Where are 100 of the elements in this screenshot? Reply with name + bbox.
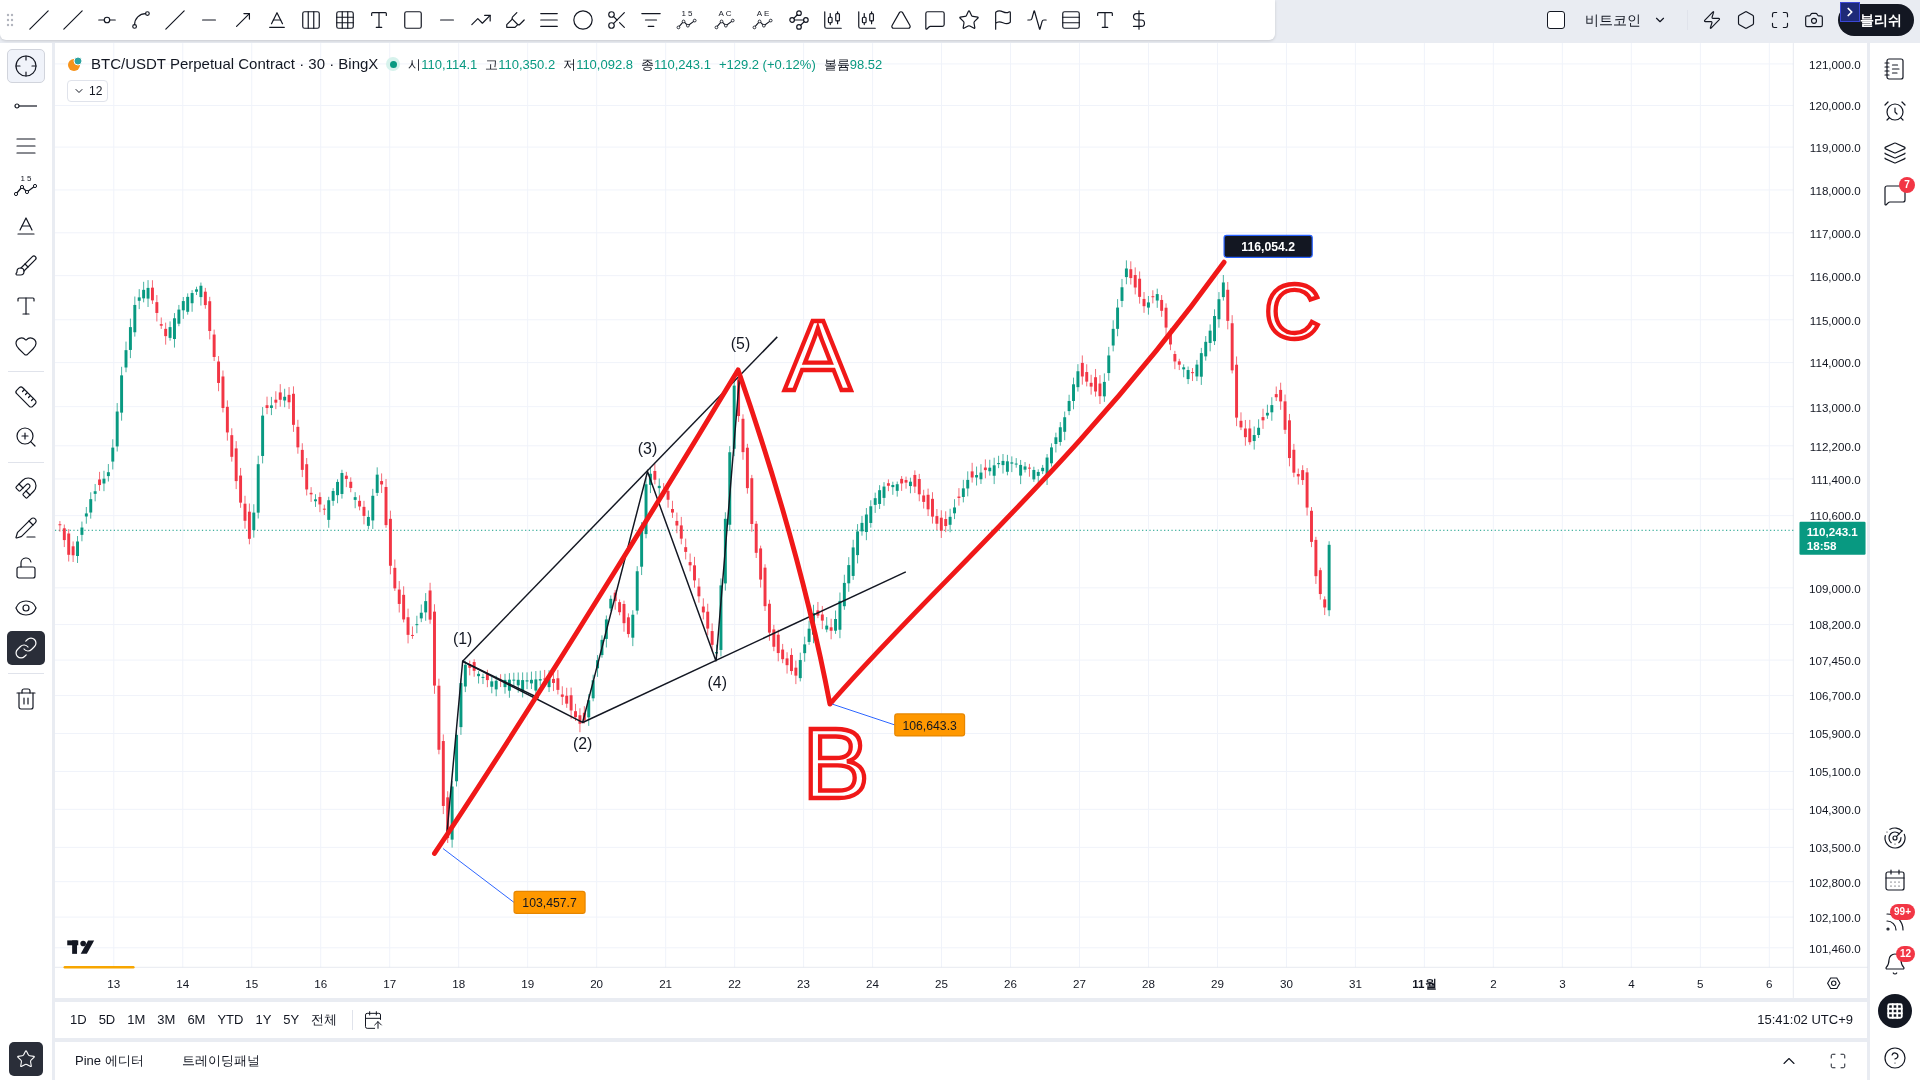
crosshair-icon [14,54,38,78]
line-tool-icon [14,102,38,110]
price-tag-label: 103,457.7 [522,896,577,911]
checkbox[interactable] [1547,11,1565,29]
heart-icon [14,334,38,358]
time-axis-label: 18 [452,977,466,991]
triangle-icon[interactable] [890,9,912,31]
flag-icon[interactable] [992,9,1014,31]
wave-label: (5) [730,335,751,353]
radar-icon[interactable] [1883,826,1907,850]
grid-icon[interactable] [334,9,356,31]
favorites-button[interactable] [9,1042,43,1076]
bars-icon[interactable] [856,9,878,31]
time-axis-label: 28 [1142,977,1155,991]
price-axis-label: 104,300.0 [1809,803,1861,817]
go-to-date-icon[interactable] [363,1010,384,1030]
range-button[interactable]: 1Y [250,1007,277,1033]
time-axis-label: 15 [245,977,259,991]
path-icon[interactable] [130,9,152,31]
brush-icon [14,254,38,278]
text-icon[interactable] [368,9,390,31]
collapse-button[interactable]: 12 [67,79,109,102]
fullscreen-icon[interactable] [1770,10,1790,30]
current-price-tag [1799,521,1866,555]
time-axis-label: 21 [659,977,673,991]
pattern-icon[interactable] [788,9,810,31]
tool-button[interactable] [7,49,45,83]
ruler-icon [14,385,38,409]
range-button[interactable]: 5D [93,1007,121,1033]
time-axis-label: 26 [1004,977,1017,991]
panel-tab[interactable]: 트레이딩패널 [177,1046,264,1076]
wave-tool-button[interactable]: 1 5 [674,10,700,30]
callout-icon[interactable] [924,9,946,31]
star-icon [16,1049,36,1069]
apps-button[interactable] [1878,994,1912,1028]
camera-icon[interactable] [1804,10,1824,30]
star-icon[interactable] [958,9,980,31]
notification-badge: 99+ [1890,904,1915,920]
range-button[interactable]: 5Y [278,1007,305,1033]
clock[interactable]: 15:41:02 UTC+9 [1757,1010,1857,1030]
axis-settings-icon[interactable] [1826,977,1841,990]
price-axis-label: 105,900.0 [1809,727,1861,741]
settings-icon[interactable] [1736,10,1756,30]
range-button[interactable]: 전체 [306,1007,343,1033]
time-axis-label: 22 [728,977,742,991]
candles-icon[interactable] [822,9,844,31]
price-axis-label: 106,700.0 [1809,689,1861,703]
watchlist-icon[interactable] [1883,57,1907,81]
tool-button[interactable] [7,631,45,665]
help-icon[interactable] [1883,1046,1907,1070]
range-button[interactable]: 3M [152,1007,181,1033]
trash-icon [14,687,38,711]
range-button[interactable]: 6M [182,1007,211,1033]
range-button[interactable]: 1M [122,1007,151,1033]
rows-icon[interactable] [1060,9,1082,31]
wave-label: (4) [707,674,727,692]
tool-button[interactable]: 1 5 [7,169,45,203]
wave-letter: B [802,707,870,820]
text-note-icon[interactable] [1094,9,1116,31]
price-axis-label: 113,000.0 [1809,400,1861,414]
symbol-title[interactable]: BTC/USDT Perpetual Contract · 30 · BingX [91,53,379,76]
notification-badge: 12 [1895,946,1915,962]
time-axis-label: 20 [590,977,604,991]
price-tag [894,713,966,737]
range-button[interactable]: YTD [212,1007,249,1033]
highlighter-icon[interactable] [504,9,526,31]
symbol-dropdown[interactable]: 비트코인 [1579,9,1673,31]
price-axis-label: 102,800.0 [1809,875,1861,889]
price-tag-label: 106,643.3 [902,718,957,733]
wave-icon [714,18,736,30]
price-axis-label: 119,000.0 [1809,141,1861,154]
ray-icon[interactable] [62,9,84,31]
price-axis-label: 117,000.0 [1809,226,1861,240]
lightning-icon[interactable] [1702,10,1722,30]
wave-tool-button[interactable]: A E [750,10,776,30]
time-axis-label: 11월 [1412,977,1437,991]
range-button[interactable]: 1D [65,1007,92,1033]
maximize-icon[interactable] [1829,1052,1847,1070]
price-axis-label: 101,460.0 [1809,941,1861,955]
text-icon [14,294,38,318]
wave-icon [14,183,38,197]
curve-icon[interactable] [1026,9,1048,31]
current-price-label: 110,243.1 [1806,525,1858,539]
alarm-clock-icon[interactable] [1883,99,1907,123]
drag-handle-icon[interactable] [6,13,14,27]
wave-tool-button[interactable]: A C [712,10,738,30]
chevron-right-icon[interactable] [1840,2,1860,22]
ellipse-icon[interactable] [572,9,594,31]
rectangle-icon[interactable] [402,9,424,31]
price-axis-label: 103,500.0 [1809,841,1861,855]
wave-icon [752,18,774,30]
panel-tab[interactable]: Pine 에디터 [71,1046,148,1076]
grid-icon [1886,1002,1904,1020]
price-change: +129.2 (+0.12%) [718,55,816,74]
calendar-icon[interactable] [1883,868,1907,892]
trend-line-icon[interactable] [28,9,50,31]
layers-icon[interactable] [1883,141,1907,165]
time-axis-label: 19 [521,977,535,991]
unlock-icon [14,556,38,580]
link-icon [14,636,38,660]
